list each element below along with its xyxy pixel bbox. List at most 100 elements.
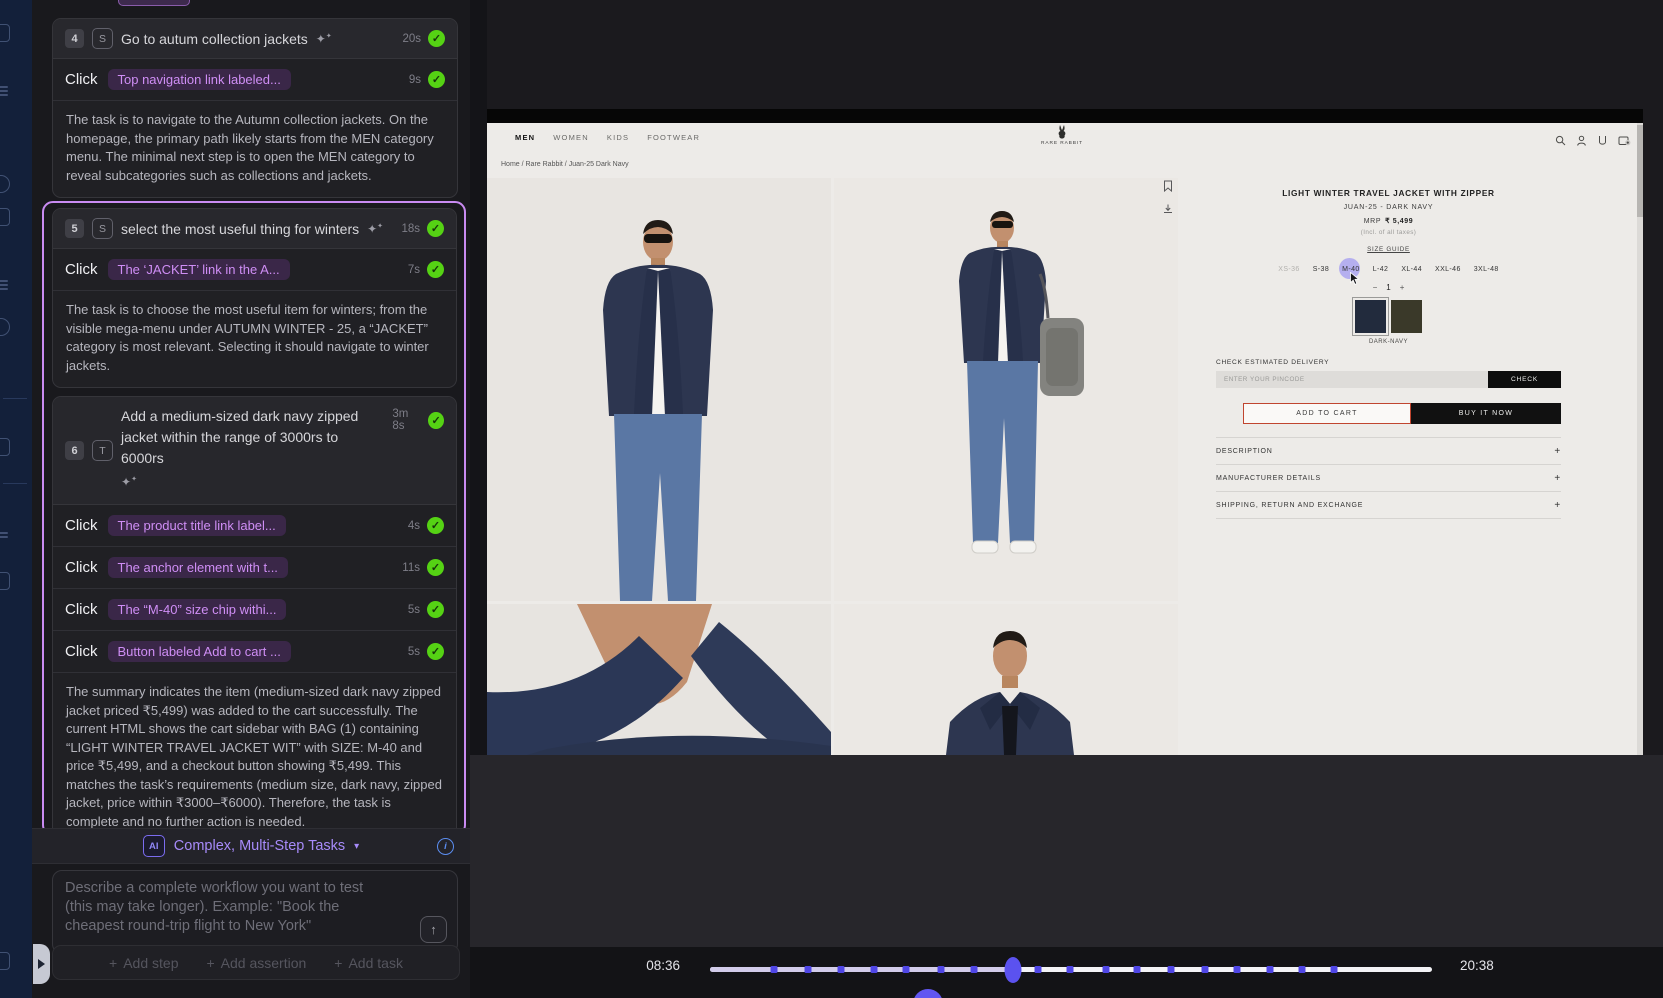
action-duration: 5s — [408, 646, 420, 658]
action-target-pill[interactable]: The “M-40” size chip withi... — [108, 599, 287, 620]
pincode-row: CHECK — [1216, 371, 1561, 388]
timeline-marker[interactable] — [1234, 966, 1241, 973]
timeline-marker[interactable] — [1102, 966, 1109, 973]
scrollbar-thumb[interactable] — [1637, 125, 1643, 217]
browser-panel: MEN WOMEN KIDS FOOTWEAR RARE RABBIT Home… — [470, 0, 1663, 998]
size-chip-s38[interactable]: S-38 — [1312, 264, 1330, 275]
timeline-marker[interactable] — [1266, 966, 1273, 973]
product-photo-full[interactable] — [834, 178, 1178, 601]
nav-icon-fragment[interactable] — [0, 572, 10, 590]
action-target-pill[interactable]: The ‘JACKET’ link in the A... — [108, 259, 290, 280]
size-chip-xs36[interactable]: XS-36 — [1277, 264, 1300, 275]
timeline-marker[interactable] — [1167, 966, 1174, 973]
step-duration: 18s — [401, 223, 420, 235]
task-mode-label[interactable]: Complex, Multi-Step Tasks — [174, 838, 345, 854]
nav-footwear[interactable]: FOOTWEAR — [647, 133, 700, 142]
action-target-pill[interactable]: The product title link label... — [108, 515, 286, 536]
site-logo[interactable]: RARE RABBIT — [1040, 125, 1084, 146]
timeline-marker[interactable] — [1067, 966, 1074, 973]
nav-icon-fragment[interactable] — [0, 318, 10, 336]
bookmark-icon[interactable] — [1163, 180, 1173, 192]
page-scrollbar[interactable] — [1637, 123, 1643, 755]
timeline-marker[interactable] — [870, 966, 877, 973]
success-check-icon: ✓ — [427, 517, 444, 534]
product-title[interactable]: LIGHT WINTER TRAVEL JACKET WITH ZIPPER — [1216, 188, 1561, 198]
swatch-dark-navy-selected[interactable] — [1355, 300, 1386, 333]
qty-increase-button[interactable]: + — [1400, 283, 1405, 292]
timeline-track[interactable] — [710, 967, 1432, 972]
step-type-badge: S — [92, 218, 113, 239]
check-delivery-button[interactable]: CHECK — [1488, 371, 1561, 388]
size-chip-xxl46[interactable]: XXL-46 — [1434, 264, 1462, 275]
nav-women[interactable]: WOMEN — [553, 133, 589, 142]
nav-icon-fragment[interactable] — [0, 438, 10, 456]
composer-placeholder[interactable]: Describe a complete workflow you want to… — [65, 879, 383, 936]
clipped-action-pill — [118, 0, 190, 6]
size-chip-l42[interactable]: L-42 — [1372, 264, 1390, 275]
nav-icon-fragment[interactable] — [0, 24, 10, 42]
step-6-header[interactable]: 6 T Add a medium-sized dark navy zipped … — [53, 397, 456, 505]
task-composer[interactable]: Describe a complete workflow you want to… — [52, 870, 458, 954]
info-icon[interactable]: i — [437, 838, 454, 855]
timeline-marker[interactable] — [805, 966, 812, 973]
product-subtitle: JUAN-25 - DARK NAVY — [1216, 204, 1561, 211]
quantity-stepper: − 1 + — [1216, 283, 1561, 292]
step-4-header[interactable]: 4 S Go to autum collection jackets ✦ 20s… — [53, 19, 457, 59]
accordion-shipping[interactable]: SHIPPING, RETURN AND EXCHANGE + — [1216, 491, 1561, 519]
wishlist-icon[interactable] — [1597, 135, 1608, 146]
search-icon[interactable] — [1555, 135, 1566, 146]
submit-button[interactable]: ↑ — [420, 916, 447, 943]
timeline-marker[interactable] — [1202, 966, 1209, 973]
add-task-button[interactable]: +Add task — [334, 955, 403, 971]
timeline-marker[interactable] — [903, 966, 910, 973]
qty-decrease-button[interactable]: − — [1373, 283, 1378, 292]
pincode-input[interactable] — [1216, 371, 1488, 388]
timeline-marker[interactable] — [1330, 966, 1337, 973]
user-icon[interactable] — [1576, 135, 1587, 146]
timeline-marker[interactable] — [938, 966, 945, 973]
timeline-playhead[interactable] — [1004, 957, 1021, 983]
playback-control-button[interactable] — [913, 989, 943, 998]
accordion-manufacturer[interactable]: MANUFACTURER DETAILS + — [1216, 464, 1561, 491]
timeline-marker[interactable] — [771, 966, 778, 973]
tax-note: (Incl. of all taxes) — [1216, 229, 1561, 236]
product-photo-front[interactable] — [487, 178, 831, 601]
timeline-marker[interactable] — [837, 966, 844, 973]
size-chip-xl44[interactable]: XL-44 — [1400, 264, 1423, 275]
list-icon-fragment[interactable] — [0, 278, 8, 290]
timeline-marker[interactable] — [1034, 966, 1041, 973]
step-5-header[interactable]: 5 S select the most useful thing for win… — [53, 209, 456, 249]
nav-men[interactable]: MEN — [515, 133, 535, 142]
accordion-description[interactable]: DESCRIPTION + — [1216, 437, 1561, 464]
action-target-pill[interactable]: Top navigation link labeled... — [108, 69, 291, 90]
add-assertion-button[interactable]: +Add assertion — [206, 955, 306, 971]
share-icon[interactable] — [1163, 204, 1173, 215]
add-to-cart-button[interactable]: ADD TO CART — [1243, 403, 1411, 424]
timeline-marker[interactable] — [970, 966, 977, 973]
breadcrumb[interactable]: Home / Rare Rabbit / Juan-25 Dark Navy — [501, 161, 629, 168]
chevron-down-icon[interactable]: ▾ — [354, 841, 359, 852]
search-icon-fragment[interactable] — [0, 175, 10, 193]
size-chip-3xl48[interactable]: 3XL-48 — [1473, 264, 1500, 275]
nav-icon-fragment[interactable] — [0, 530, 8, 542]
menu-icon-fragment[interactable] — [0, 84, 8, 96]
nav-icon-fragment[interactable] — [0, 952, 10, 970]
replay-timeline: 08:36 20:38 — [470, 947, 1663, 998]
buy-it-now-button[interactable]: BUY IT NOW — [1411, 403, 1561, 424]
action-verb: Click — [65, 71, 98, 88]
price-label: MRP — [1364, 218, 1381, 225]
size-guide-link[interactable]: SIZE GUIDE — [1367, 246, 1410, 253]
add-step-button[interactable]: +Add step — [109, 955, 178, 971]
cart-icon[interactable] — [1618, 135, 1631, 146]
nav-kids[interactable]: KIDS — [607, 133, 629, 142]
action-target-pill[interactable]: The anchor element with t... — [108, 557, 288, 578]
sidebar-collapse-handle[interactable] — [33, 944, 50, 984]
product-photo-torso[interactable] — [834, 604, 1178, 755]
timeline-marker[interactable] — [1299, 966, 1306, 973]
size-chip-m40-selected[interactable]: M-40 — [1341, 264, 1361, 275]
timeline-marker[interactable] — [1134, 966, 1141, 973]
product-photo-collar-closeup[interactable] — [487, 604, 831, 755]
action-target-pill[interactable]: Button labeled Add to cart ... — [108, 641, 291, 662]
nav-icon-fragment[interactable] — [0, 208, 10, 226]
swatch-olive[interactable] — [1391, 300, 1422, 333]
